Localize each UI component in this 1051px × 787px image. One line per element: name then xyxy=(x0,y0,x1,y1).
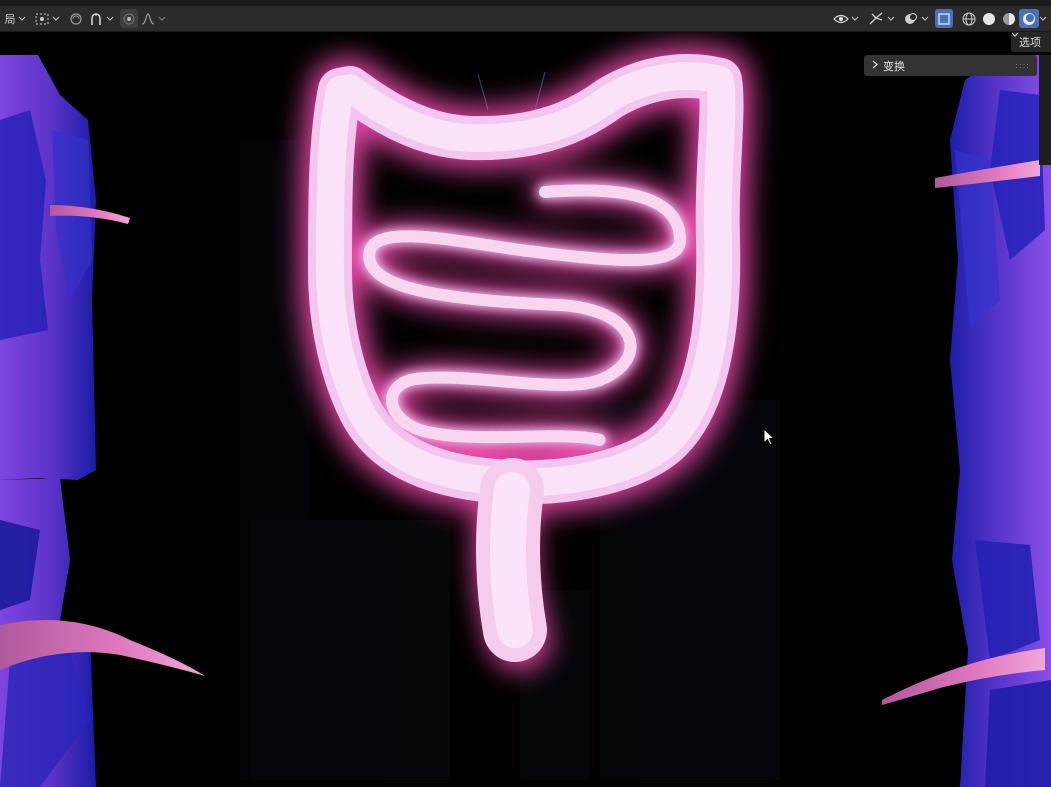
pivot-icon[interactable] xyxy=(32,9,52,28)
chevron-down-icon[interactable] xyxy=(52,16,60,22)
transform-panel-header[interactable]: 变换 :::: xyxy=(864,55,1037,76)
options-dropdown[interactable]: 选项 xyxy=(1011,32,1051,52)
drag-handle-icon[interactable]: :::: xyxy=(1015,61,1030,70)
chevron-down-icon[interactable] xyxy=(158,16,166,22)
mode-selector-label: 局 xyxy=(4,12,16,26)
visibility-eye-icon[interactable] xyxy=(831,9,851,28)
mouse-cursor-icon xyxy=(763,427,776,450)
snap-icon[interactable] xyxy=(66,9,86,28)
magnet-icon[interactable] xyxy=(86,9,106,28)
chevron-down-icon[interactable] xyxy=(18,16,26,22)
mode-selector[interactable]: 局 xyxy=(2,9,18,28)
chevron-down-icon[interactable] xyxy=(106,16,114,22)
left-crystal-column xyxy=(0,55,96,787)
chevron-down-icon[interactable] xyxy=(887,16,895,22)
viewport-render xyxy=(0,46,1051,787)
chevron-down-icon[interactable] xyxy=(851,16,859,22)
overlay-icon[interactable] xyxy=(901,9,921,28)
chevron-right-icon xyxy=(872,59,878,72)
wireframe-shading-icon[interactable] xyxy=(959,9,979,28)
proportional-edit-icon[interactable] xyxy=(120,9,138,28)
xray-toggle-icon[interactable] xyxy=(935,9,953,28)
transform-label: 变换 xyxy=(883,59,905,73)
options-label: 选项 xyxy=(1019,36,1041,49)
material-shading-icon[interactable] xyxy=(999,9,1019,28)
viewport-header: 局 xyxy=(0,6,1051,32)
3d-viewport[interactable]: 选项 xyxy=(0,32,1051,787)
chevron-down-icon[interactable] xyxy=(921,16,929,22)
solid-shading-icon[interactable] xyxy=(979,9,999,28)
gizmo-icon[interactable] xyxy=(865,9,887,28)
falloff-curve-icon[interactable] xyxy=(138,9,158,28)
chevron-down-icon[interactable] xyxy=(1039,16,1047,22)
sidebar-tab-strip[interactable] xyxy=(1039,55,1051,165)
rendered-shading-icon[interactable] xyxy=(1019,9,1039,28)
